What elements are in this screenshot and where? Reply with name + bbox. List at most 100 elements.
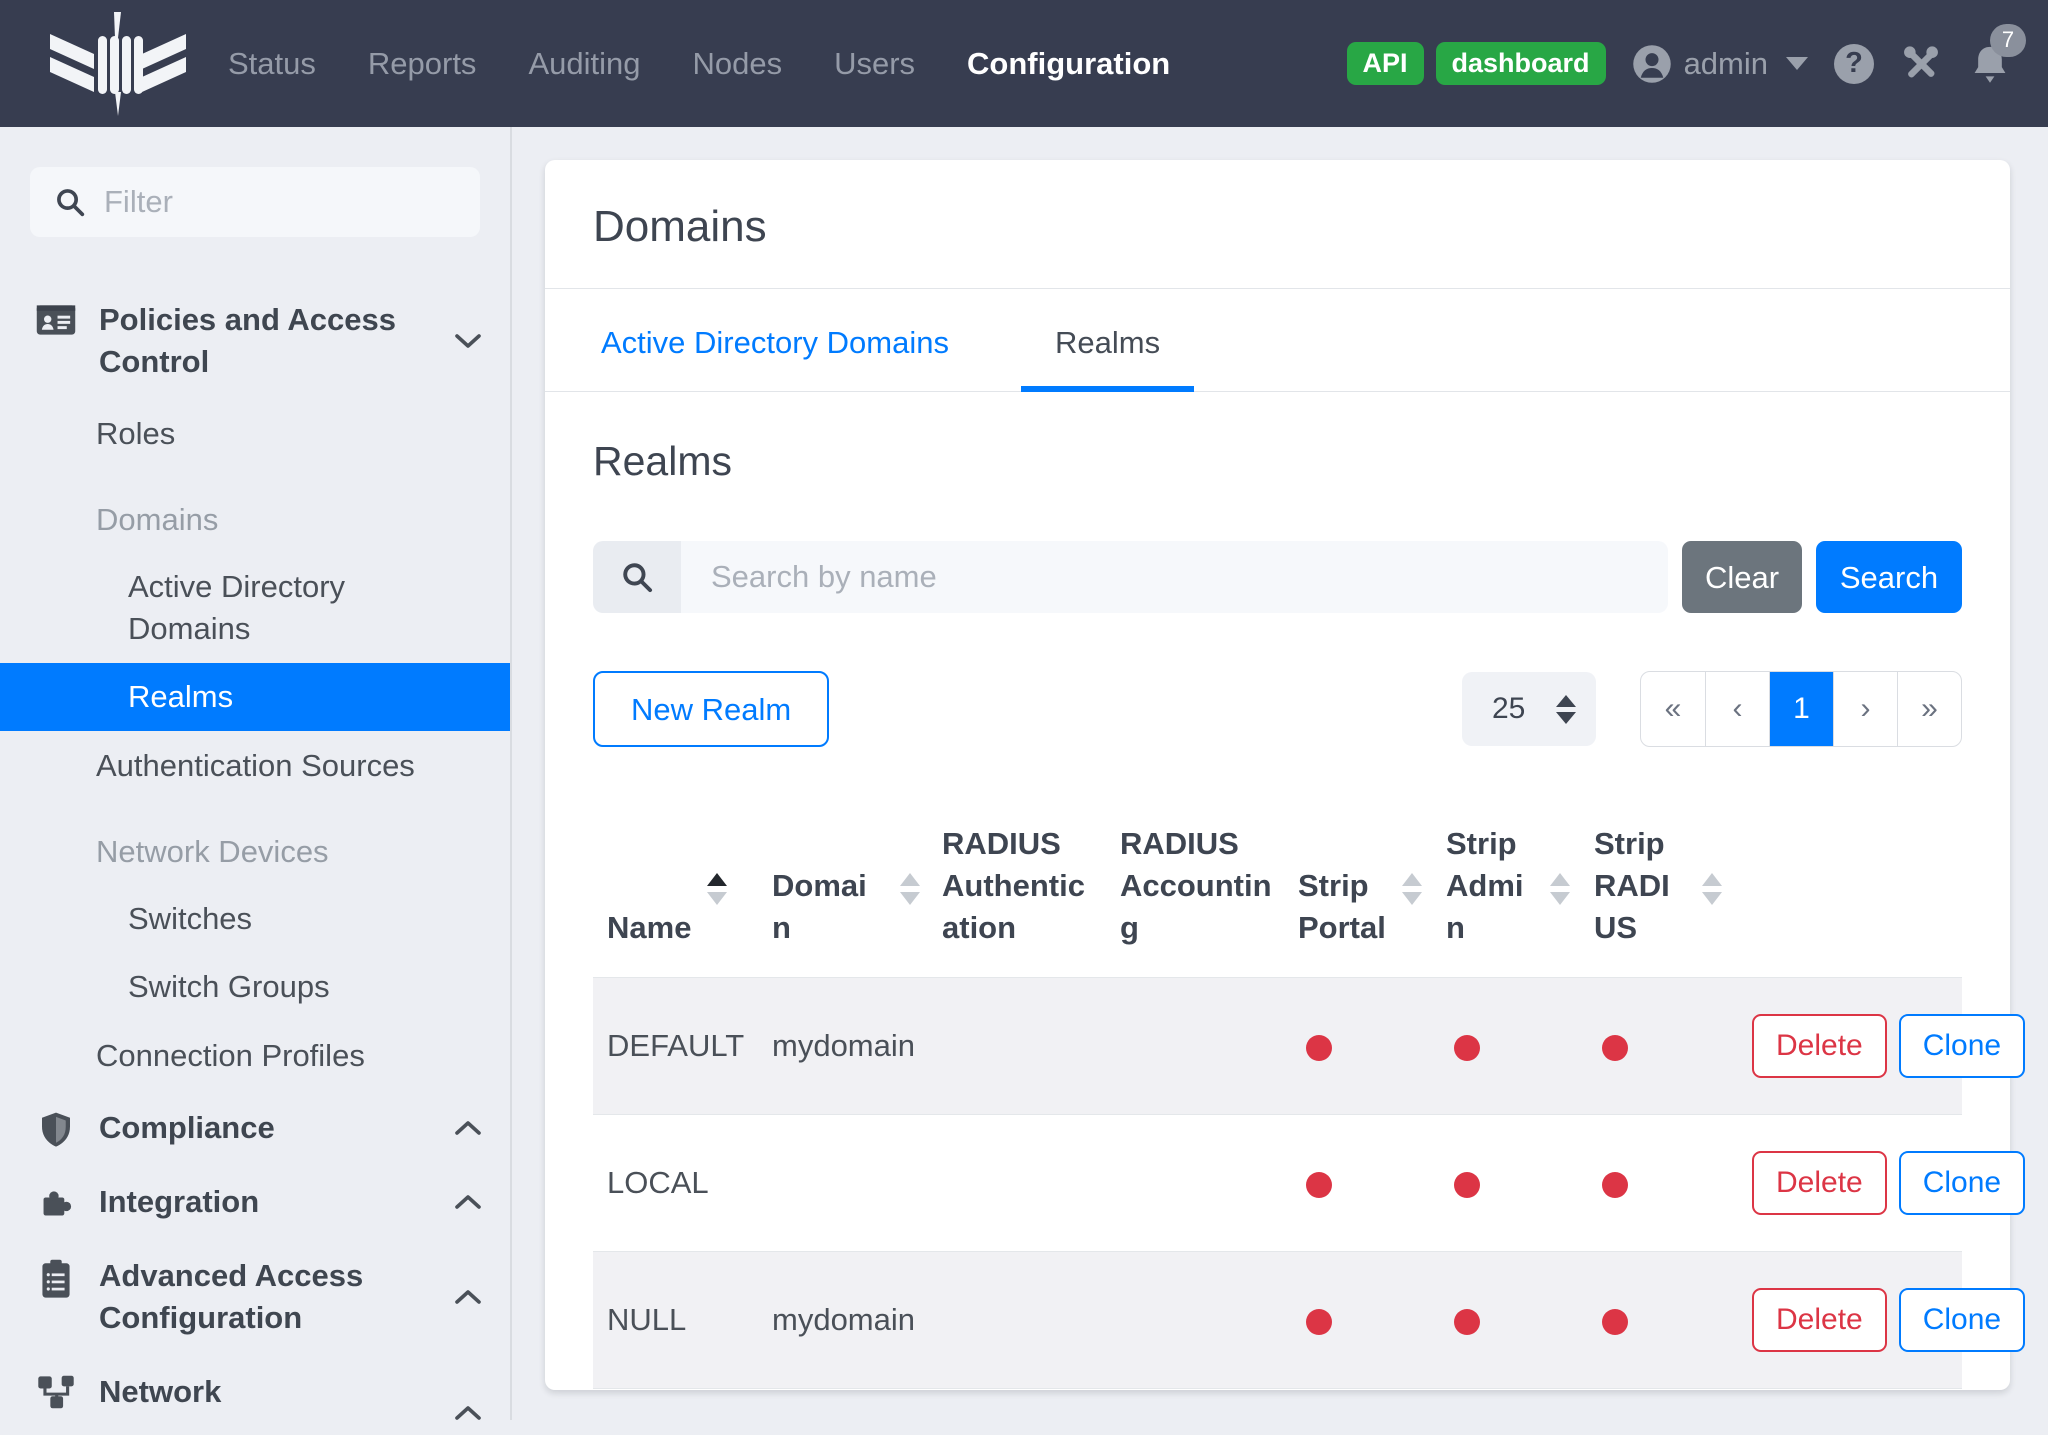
pagination-last[interactable]: » xyxy=(1897,672,1961,746)
column-header-strip-portal[interactable]: Strip Portal xyxy=(1284,797,1432,978)
cell-radius-authentication xyxy=(928,1252,1106,1389)
table-row[interactable]: DEFAULT mydomain DeleteClone xyxy=(593,978,1962,1115)
tab-active-directory-domains[interactable]: Active Directory Domains xyxy=(593,289,957,391)
pagination-page-1[interactable]: 1 xyxy=(1769,672,1833,746)
navbar-right: API dashboard admin ? xyxy=(1347,42,2012,86)
pagination-next[interactable]: › xyxy=(1833,672,1897,746)
table-row[interactable]: LOCAL DeleteClone xyxy=(593,1115,1962,1252)
cell-radius-authentication xyxy=(928,1115,1106,1252)
section-title: Realms xyxy=(593,438,1962,485)
status-dot xyxy=(1306,1309,1332,1335)
sidebar-filter-input[interactable] xyxy=(104,184,456,220)
list-controls: 25 « ‹ 1 › » xyxy=(1462,671,1962,747)
sort-icon xyxy=(900,873,920,905)
delete-button[interactable]: Delete xyxy=(1752,1151,1887,1215)
status-dot xyxy=(1602,1309,1628,1335)
sidebar-item-compliance[interactable]: Compliance xyxy=(0,1091,510,1165)
sidebar-item-switches[interactable]: Switches xyxy=(0,885,510,953)
cell-strip-radius xyxy=(1580,1252,1738,1389)
sidebar-item-roles[interactable]: Roles xyxy=(0,399,510,469)
sidebar-item-label: Integration xyxy=(99,1181,259,1223)
notification-count-badge: 7 xyxy=(1990,24,2026,57)
column-header-strip-admin[interactable]: Strip Admin xyxy=(1432,797,1580,978)
sidebar-item-active-directory-domains[interactable]: Active Directory Domains xyxy=(0,553,510,663)
status-dot xyxy=(1306,1172,1332,1198)
user-avatar-icon xyxy=(1632,44,1672,84)
column-header-domain[interactable]: Domain xyxy=(758,797,928,978)
sidebar-item-switch-groups[interactable]: Switch Groups xyxy=(0,953,510,1021)
cell-domain: mydomain xyxy=(758,978,928,1115)
sidebar-item-policies-access-control[interactable]: Policies and Access Control xyxy=(0,283,510,399)
search-icon xyxy=(593,541,681,613)
pagination-first[interactable]: « xyxy=(1641,672,1705,746)
delete-button[interactable]: Delete xyxy=(1752,1014,1887,1078)
tab-bar: Active Directory Domains Realms xyxy=(545,289,2010,392)
sort-asc-icon xyxy=(707,873,727,905)
nav-item-configuration[interactable]: Configuration xyxy=(967,46,1170,82)
api-badge[interactable]: API xyxy=(1347,42,1424,85)
cell-strip-admin xyxy=(1432,1252,1580,1389)
clone-button[interactable]: Clone xyxy=(1899,1288,2025,1352)
column-header-strip-radius[interactable]: Strip RADIUS xyxy=(1580,797,1738,978)
nav-item-reports[interactable]: Reports xyxy=(368,46,477,82)
tools-icon xyxy=(1900,43,1942,85)
dashboard-badge[interactable]: dashboard xyxy=(1436,42,1606,85)
delete-button[interactable]: Delete xyxy=(1752,1288,1887,1352)
cell-radius-accounting xyxy=(1106,978,1284,1115)
per-page-select[interactable]: 25 xyxy=(1462,672,1596,746)
new-realm-button[interactable]: New Realm xyxy=(593,671,829,747)
nav-item-users[interactable]: Users xyxy=(834,46,915,82)
cell-name: DEFAULT xyxy=(593,978,758,1115)
cell-actions: DeleteClone xyxy=(1738,978,1962,1115)
top-navbar: Status Reports Auditing Nodes Users Conf… xyxy=(0,0,2048,127)
table-row[interactable]: NULL mydomain DeleteClone xyxy=(593,1252,1962,1389)
tab-realms[interactable]: Realms xyxy=(1021,289,1194,391)
search-button[interactable]: Search xyxy=(1816,541,1962,613)
help-button[interactable]: ? xyxy=(1834,44,1874,84)
chevron-up-icon xyxy=(454,1119,482,1137)
clone-button[interactable]: Clone xyxy=(1899,1151,2025,1215)
pagination-prev[interactable]: ‹ xyxy=(1705,672,1769,746)
username-label: admin xyxy=(1684,46,1768,82)
chevron-down-icon xyxy=(454,332,482,350)
cell-strip-admin xyxy=(1432,1115,1580,1252)
cell-strip-portal xyxy=(1284,978,1432,1115)
sidebar-item-network-configuration[interactable]: Network Configuration xyxy=(0,1355,510,1420)
sidebar-item-authentication-sources[interactable]: Authentication Sources xyxy=(0,731,510,801)
column-label: Strip RADIUS xyxy=(1594,823,1686,949)
nav-item-auditing[interactable]: Auditing xyxy=(528,46,640,82)
main-menu: Status Reports Auditing Nodes Users Conf… xyxy=(228,46,1170,82)
cell-strip-admin xyxy=(1432,978,1580,1115)
sidebar-item-realms[interactable]: Realms xyxy=(0,663,510,731)
column-header-actions xyxy=(1738,797,1962,978)
toolbar-row: New Realm 25 « ‹ 1 › » xyxy=(593,671,1962,747)
chevron-up-icon xyxy=(454,1288,482,1306)
sidebar-item-connection-profiles[interactable]: Connection Profiles xyxy=(0,1021,510,1091)
column-label: Strip Admin xyxy=(1446,823,1534,949)
cell-radius-authentication xyxy=(928,978,1106,1115)
nav-item-nodes[interactable]: Nodes xyxy=(692,46,782,82)
column-header-name[interactable]: Name xyxy=(593,797,758,978)
clear-button[interactable]: Clear xyxy=(1682,541,1802,613)
status-dot xyxy=(1306,1035,1332,1061)
sidebar-item-label: Network Configuration xyxy=(99,1371,418,1420)
sidebar-section-domains: Domains xyxy=(0,469,510,553)
sidebar-item-label: Compliance xyxy=(99,1107,275,1149)
sidebar-section-network-devices: Network Devices xyxy=(0,801,510,885)
status-dot xyxy=(1454,1172,1480,1198)
sidebar-nav: Policies and Access Control Roles Domain… xyxy=(0,283,510,1420)
search-input[interactable] xyxy=(681,541,1668,613)
puzzle-icon xyxy=(33,1185,79,1221)
tools-button[interactable] xyxy=(1900,43,1942,85)
cell-domain xyxy=(758,1115,928,1252)
sidebar-item-integration[interactable]: Integration xyxy=(0,1165,510,1239)
shield-icon xyxy=(33,1111,79,1149)
search-input-group xyxy=(593,541,1668,613)
nav-item-status[interactable]: Status xyxy=(228,46,316,82)
cell-actions: DeleteClone xyxy=(1738,1115,1962,1252)
notifications-button[interactable]: 7 xyxy=(1968,42,2012,86)
user-menu[interactable]: admin xyxy=(1632,44,1808,84)
clone-button[interactable]: Clone xyxy=(1899,1014,2025,1078)
help-icon: ? xyxy=(1834,44,1874,84)
sidebar-item-advanced-access-configuration[interactable]: Advanced Access Configuration xyxy=(0,1239,510,1355)
